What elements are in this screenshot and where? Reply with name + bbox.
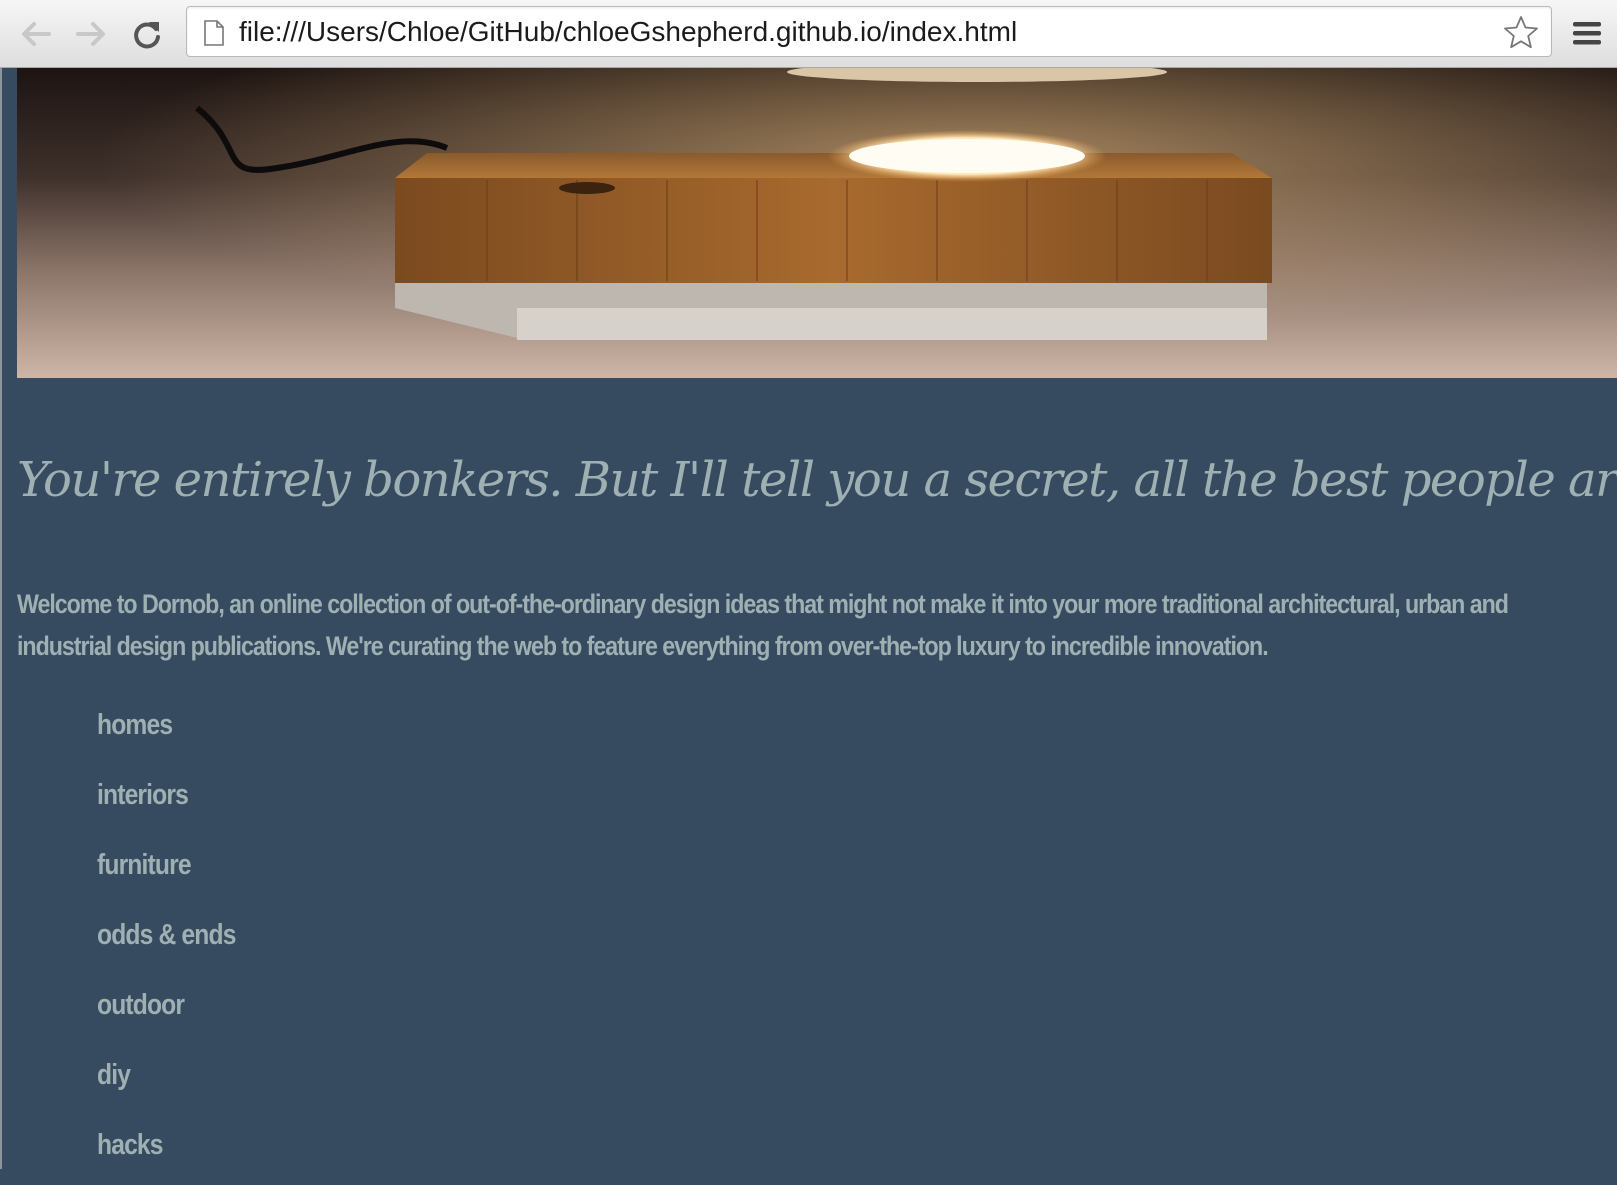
nav-link-diy[interactable]: diy (97, 1040, 131, 1110)
nav-link-hacks[interactable]: hacks (97, 1110, 164, 1180)
nav-item-outdoor: outdoor (97, 970, 260, 1040)
nav-link-homes[interactable]: homes (97, 690, 173, 760)
arrow-right-icon (76, 22, 105, 46)
forward-button[interactable] (71, 14, 111, 54)
nav-link-interiors[interactable]: interiors (97, 760, 189, 830)
back-button[interactable] (16, 14, 56, 54)
reload-icon (134, 22, 160, 49)
lamp-photo (17, 68, 1617, 378)
document-icon (204, 20, 224, 46)
nav-item-odds-ends: odds & ends (97, 900, 260, 970)
category-nav: homes interiors furniture odds & ends ou… (97, 690, 260, 1180)
nav-item-homes: homes (97, 690, 260, 760)
page-viewport: You're entirely bonkers. But I'll tell y… (0, 68, 1617, 1169)
nav-link-furniture[interactable]: furniture (97, 830, 192, 900)
nav-item-interiors: interiors (97, 760, 260, 830)
nav-link-outdoor[interactable]: outdoor (97, 970, 185, 1040)
star-icon[interactable] (1503, 15, 1539, 49)
nav-item-diy: diy (97, 1040, 260, 1110)
browser-toolbar: file:///Users/Chloe/GitHub/chloeGshepher… (0, 0, 1617, 68)
page-left-border (0, 68, 2, 1169)
nav-item-hacks: hacks (97, 1110, 260, 1180)
intro-paragraph: Welcome to Dornob, an online collection … (17, 589, 1509, 661)
url-text[interactable]: file:///Users/Chloe/GitHub/chloeGshepher… (239, 7, 1017, 56)
reload-button[interactable] (127, 14, 167, 54)
hero-image (17, 68, 1617, 378)
hamburger-menu-icon[interactable] (1570, 16, 1604, 50)
nav-link-odds-ends[interactable]: odds & ends (97, 900, 236, 970)
page-headline: You're entirely bonkers. But I'll tell y… (17, 452, 1617, 508)
address-bar[interactable]: file:///Users/Chloe/GitHub/chloeGshepher… (186, 6, 1552, 57)
nav-item-furniture: furniture (97, 830, 260, 900)
arrow-left-icon (22, 22, 51, 46)
